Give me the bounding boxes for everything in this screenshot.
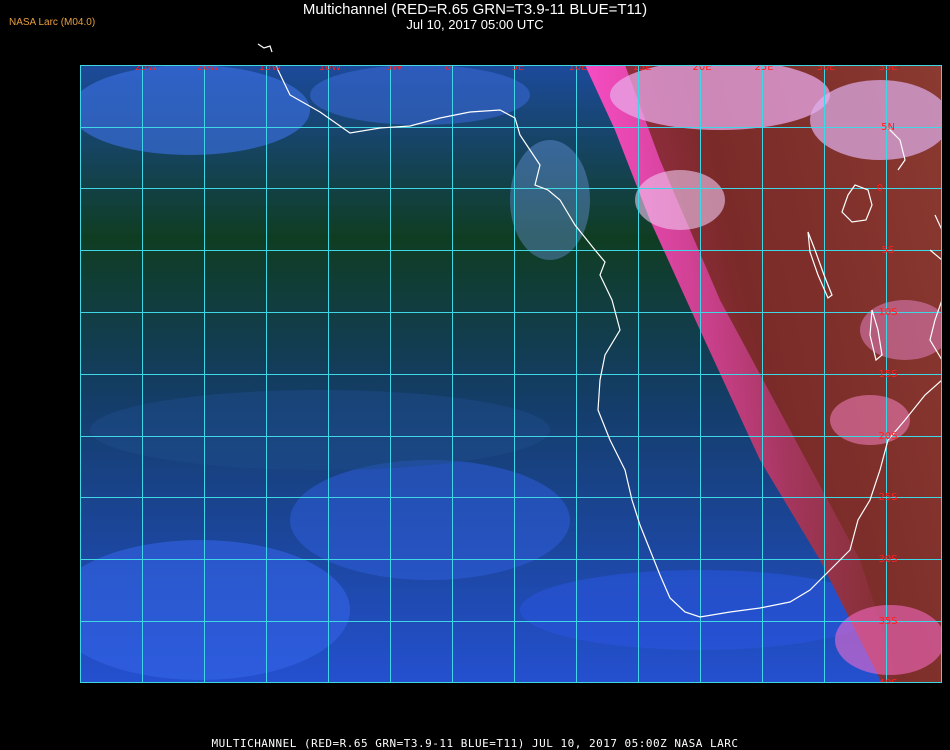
latitude-label: 25S [878, 492, 897, 503]
cloud-field [310, 65, 530, 125]
cloud-field [80, 65, 310, 155]
cloud-field [510, 140, 590, 260]
cloud-field [810, 80, 942, 160]
longitude-label: 20W [197, 62, 220, 73]
cloud-field [635, 170, 725, 230]
cloud-field [80, 540, 350, 680]
latitude-label: 15S [878, 369, 897, 380]
latitude-label: 5S [882, 245, 895, 256]
longitude-label: 10E [568, 62, 587, 73]
latitude-label: 0 [877, 183, 883, 194]
longitude-label: 35E [878, 62, 897, 73]
longitude-label: 5E [512, 62, 525, 73]
cloud-field [830, 395, 910, 445]
cloud-field [90, 390, 550, 470]
satellite-map: 25W 20W 15W 10W 5W 0 5E 10E 15E 20E 25E … [80, 43, 942, 689]
coastline [257, 43, 273, 53]
latitude-label: 35S [878, 616, 897, 627]
longitude-label: 5W [386, 62, 402, 73]
longitude-label: 30E [816, 62, 835, 73]
latitude-label: 10S [878, 307, 897, 318]
longitude-label: 0 [445, 62, 451, 73]
longitude-label: 15E [632, 62, 651, 73]
longitude-label: 25W [135, 62, 158, 73]
longitude-label: 10W [319, 62, 342, 73]
footer-caption: MULTICHANNEL (RED=R.65 GRN=T3.9-11 BLUE=… [211, 737, 739, 750]
longitude-label: 15W [259, 62, 282, 73]
latitude-label: 20S [878, 431, 897, 442]
cloud-field [290, 460, 570, 580]
latitude-label: 30S [878, 554, 897, 565]
latitude-label: 5N [881, 122, 895, 133]
latitude-label: 40S [878, 678, 897, 689]
longitude-label: 20E [692, 62, 711, 73]
longitude-label: 25E [754, 62, 773, 73]
